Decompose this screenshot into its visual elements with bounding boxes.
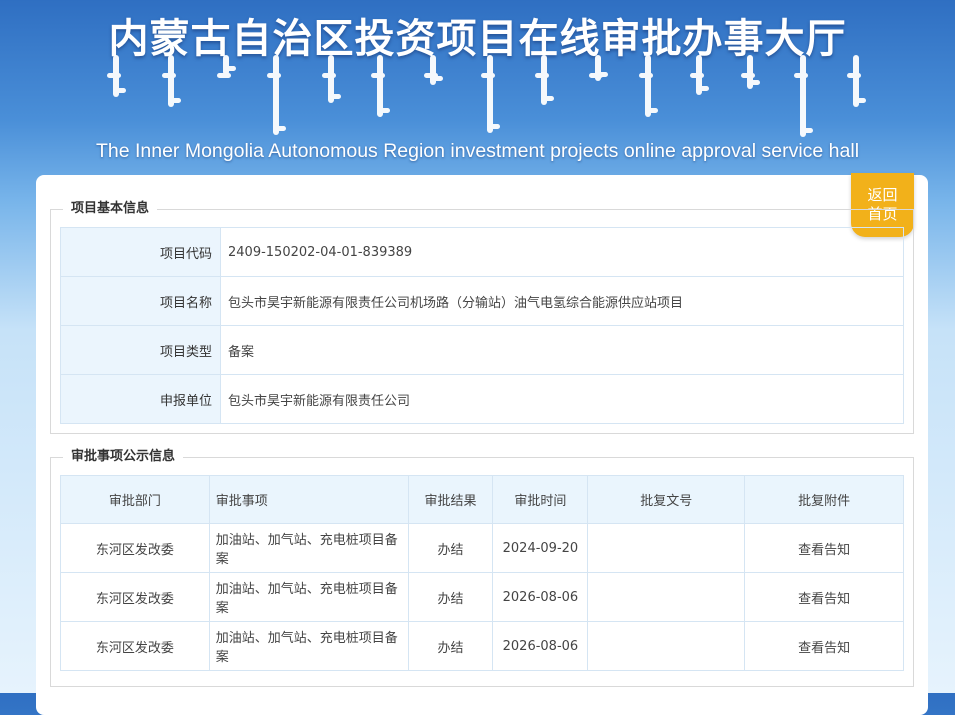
header-banner: 内蒙古自治区投资项目在线审批办事大厅 The Inner Mongolia Au…	[0, 0, 955, 175]
approval-row: 东河区发改委 加油站、加气站、充电桩项目备案 办结 2026-08-06 查看告知	[60, 621, 904, 671]
info-row: 申报单位 包头市昊宇新能源有限责任公司	[60, 374, 904, 424]
approvals-table: 审批部门 审批事项 审批结果 审批时间 批复文号 批复附件 东河区发改委 加油站、…	[60, 475, 904, 671]
mongolian-glyph	[481, 55, 500, 133]
approval-date: 2026-08-06	[492, 621, 589, 671]
approval-item: 加油站、加气站、充电桩项目备案	[208, 523, 409, 573]
mongolian-glyph	[535, 55, 554, 105]
approval-doc-no	[587, 621, 746, 671]
col-header-doc-no: 批复文号	[587, 475, 746, 524]
mongolian-glyph	[741, 55, 760, 89]
mongolian-glyph	[847, 55, 866, 107]
mongolian-glyph	[217, 55, 236, 78]
mongolian-glyph	[267, 55, 286, 135]
col-header-result: 审批结果	[407, 475, 494, 524]
col-header-attachment: 批复附件	[744, 475, 904, 524]
col-header-item: 审批事项	[208, 475, 409, 524]
info-value: 包头市昊宇新能源有限责任公司机场路（分输站）油气电氢综合能源供应站项目	[220, 276, 904, 326]
info-label: 申报单位	[60, 374, 221, 424]
mongolian-glyph	[639, 55, 658, 117]
back-home-label-1: 返回	[867, 187, 898, 204]
info-label: 项目代码	[60, 227, 221, 277]
col-header-dept: 审批部门	[60, 475, 210, 524]
approval-result: 办结	[407, 621, 494, 671]
approval-doc-no	[587, 523, 746, 573]
approvals-header-row: 审批部门 审批事项 审批结果 审批时间 批复文号 批复附件	[60, 475, 904, 524]
info-label: 项目名称	[60, 276, 221, 326]
view-notice-link[interactable]: 查看告知	[744, 621, 904, 671]
mongolian-glyph	[794, 55, 813, 137]
approval-row: 东河区发改委 加油站、加气站、充电桩项目备案 办结 2026-08-06 查看告知	[60, 572, 904, 622]
info-row: 项目名称 包头市昊宇新能源有限责任公司机场路（分输站）油气电氢综合能源供应站项目	[60, 276, 904, 326]
mongolian-script-title	[95, 55, 875, 140]
approval-date: 2024-09-20	[492, 523, 589, 573]
mongolian-glyph	[690, 55, 709, 95]
approval-dept: 东河区发改委	[60, 621, 210, 671]
approval-result: 办结	[407, 523, 494, 573]
project-info-legend: 项目基本信息	[63, 200, 158, 218]
mongolian-glyph	[107, 55, 126, 97]
project-info-table: 项目代码 2409-150202-04-01-839389 项目名称 包头市昊宇新能源…	[60, 227, 904, 424]
approvals-legend: 审批事项公示信息	[63, 448, 184, 466]
info-value: 包头市昊宇新能源有限责任公司	[220, 374, 904, 424]
mongolian-glyph	[322, 55, 341, 103]
info-row: 项目类型 备案	[60, 325, 904, 375]
approval-item: 加油站、加气站、充电桩项目备案	[208, 621, 409, 671]
info-label: 项目类型	[60, 325, 221, 375]
approval-row: 东河区发改委 加油站、加气站、充电桩项目备案 办结 2024-09-20 查看告知	[60, 523, 904, 573]
approval-date: 2026-08-06	[492, 572, 589, 622]
info-value: 2409-150202-04-01-839389	[220, 227, 904, 277]
site-title-english: The Inner Mongolia Autonomous Region inv…	[95, 140, 860, 162]
approval-item: 加油站、加气站、充电桩项目备案	[208, 572, 409, 622]
mongolian-glyph	[589, 55, 608, 81]
info-row: 项目代码 2409-150202-04-01-839389	[60, 227, 904, 277]
approval-dept: 东河区发改委	[60, 572, 210, 622]
approval-result: 办结	[407, 572, 494, 622]
info-value: 备案	[220, 325, 904, 375]
col-header-date: 审批时间	[492, 475, 589, 524]
view-notice-link[interactable]: 查看告知	[744, 523, 904, 573]
view-notice-link[interactable]: 查看告知	[744, 572, 904, 622]
approval-dept: 东河区发改委	[60, 523, 210, 573]
approval-doc-no	[587, 572, 746, 622]
mongolian-glyph	[162, 55, 181, 107]
mongolian-glyph	[371, 55, 390, 117]
mongolian-glyph	[424, 55, 443, 85]
